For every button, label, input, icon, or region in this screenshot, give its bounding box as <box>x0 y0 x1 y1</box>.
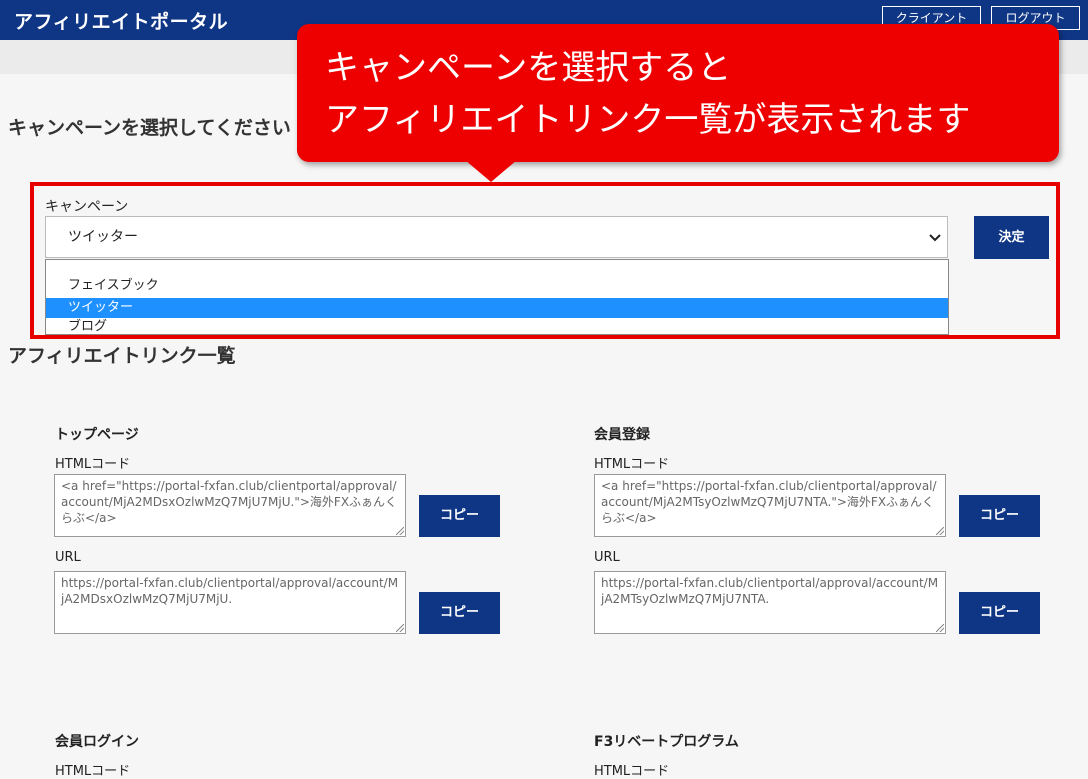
html-code-textarea[interactable]: <a href="https://portal-fxfan.club/clien… <box>54 474 406 537</box>
html-code-label: HTMLコード <box>55 457 131 472</box>
brand-title: アフィリエイトポータル <box>14 11 229 33</box>
resize-grip-icon[interactable] <box>396 527 404 535</box>
callout-tail <box>465 160 517 182</box>
campaign-heading: キャンペーンを選択してください <box>8 117 291 139</box>
highlight-frame <box>30 182 1060 339</box>
html-code-textarea[interactable]: <a href="https://portal-fxfan.club/clien… <box>594 474 946 537</box>
copy-url-button[interactable]: コピー <box>959 592 1040 634</box>
html-code-label: HTMLコード <box>594 764 670 779</box>
callout-line-2: アフィリエイトリンク一覧が表示されます <box>325 100 971 140</box>
url-textarea[interactable]: https://portal-fxfan.club/clientportal/a… <box>594 571 946 634</box>
copy-html-button[interactable]: コピー <box>419 495 500 537</box>
url-text: https://portal-fxfan.club/clientportal/a… <box>61 576 399 606</box>
links-heading: アフィリエイトリンク一覧 <box>8 345 236 367</box>
copy-url-button[interactable]: コピー <box>419 592 500 634</box>
html-code-text: <a href="https://portal-fxfan.club/clien… <box>61 479 398 525</box>
resize-grip-icon[interactable] <box>936 624 944 632</box>
resize-grip-icon[interactable] <box>396 624 404 632</box>
url-text: https://portal-fxfan.club/clientportal/a… <box>601 576 939 606</box>
callout-line-1: キャンペーンを選択すると <box>325 48 732 88</box>
section-title-member-registration: 会員登録 <box>594 427 650 443</box>
url-textarea[interactable]: https://portal-fxfan.club/clientportal/a… <box>54 571 406 634</box>
url-label: URL <box>55 550 81 565</box>
section-title-member-login: 会員ログイン <box>55 734 139 750</box>
html-code-text: <a href="https://portal-fxfan.club/clien… <box>601 479 937 525</box>
section-title-top-page: トップページ <box>55 427 139 443</box>
callout-bubble: キャンペーンを選択すると アフィリエイトリンク一覧が表示されます <box>297 24 1059 162</box>
html-code-label: HTMLコード <box>594 457 670 472</box>
copy-html-button[interactable]: コピー <box>959 495 1040 537</box>
url-label: URL <box>594 550 620 565</box>
resize-grip-icon[interactable] <box>936 527 944 535</box>
html-code-label: HTMLコード <box>55 764 131 779</box>
section-title-f3-rebate: F3リベートプログラム <box>594 734 739 750</box>
callout-text: キャンペーンを選択すると アフィリエイトリンク一覧が表示されます <box>325 42 970 146</box>
